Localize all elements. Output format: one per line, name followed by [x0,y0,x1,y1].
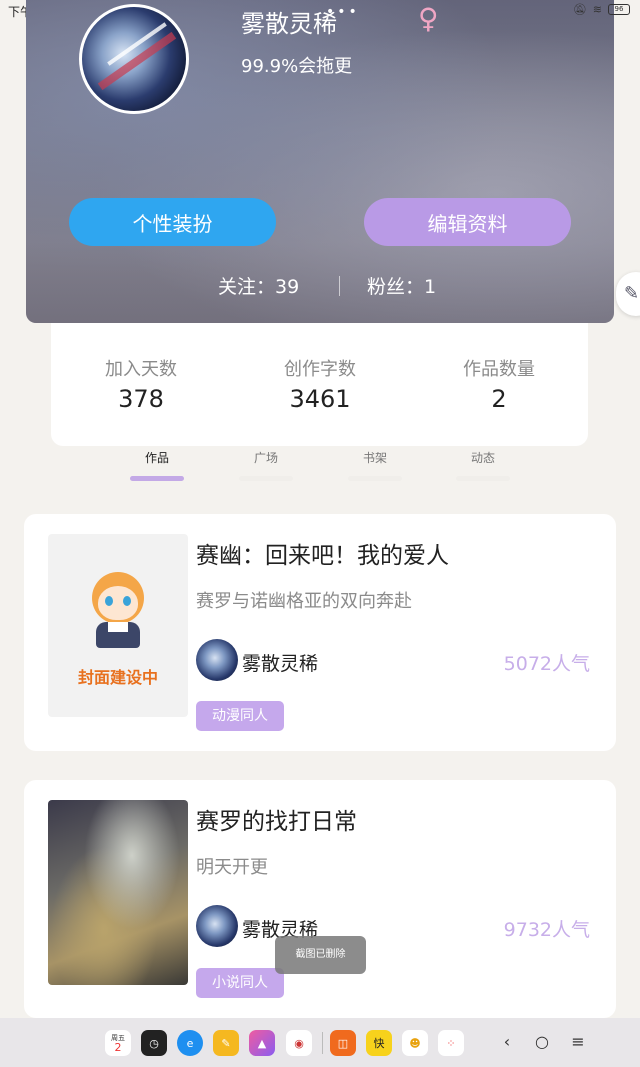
stat-word-count: 创作字数 3461 [284,359,356,413]
user-name: 雾散灵稀 [241,10,337,38]
category-tag[interactable]: 小说同人 [196,968,284,998]
popularity-count: 5072人气 [503,653,590,675]
tab-activity[interactable]: 动态 [448,449,518,466]
profile-header: ••• 雾散灵稀 ♀ 99.9%会拖更 个性装扮 编辑资料 关注：39 粉丝：1 [26,0,614,323]
followers-count[interactable]: 粉丝：1 [367,272,436,299]
dressup-button[interactable]: 个性装扮 [69,198,276,246]
work-card[interactable]: 赛罗的找打日常 明天开更 雾散灵稀 9732人气 小说同人 [24,780,616,1018]
stat-work-count: 作品数量 2 [463,359,535,413]
status-icons: 🔕︎ ≋ 96 [573,3,630,16]
menu-icon[interactable]: ≡ [568,1032,588,1051]
chat-app-icon[interactable]: ☻ [402,1030,428,1056]
kuaikan-icon[interactable]: 快 [366,1030,392,1056]
cover-image [48,800,188,985]
dock-bar: 周五 2 ◷ e ✎ ▲ ◉ ◫ 快 ☻ ⁘ ‹ ○ ≡ [0,1018,640,1067]
pencil-icon[interactable]: ✎ [616,272,640,316]
user-signature: 99.9%会拖更 [241,56,353,77]
work-card[interactable]: 封面建设中 赛幽：回来吧！我的爱人 赛罗与诺幽格亚的双向奔赴 雾散灵稀 5072… [24,514,616,751]
tab-square[interactable]: 广场 [231,449,301,466]
work-description: 赛罗与诺幽格亚的双向奔赴 [196,591,412,612]
cover-text: 封面建设中 [77,668,158,687]
tab-bookshelf[interactable]: 书架 [340,449,410,466]
follow-stats: 关注：39 粉丝：1 [26,272,614,302]
mute-icon: 🔕︎ [572,3,587,16]
stats-card: 加入天数 378 创作字数 3461 作品数量 2 [51,323,588,446]
tab-indicator [456,476,510,481]
gallery-icon[interactable]: ▲ [249,1030,275,1056]
tab-indicator-active [130,476,184,481]
author-avatar[interactable] [196,639,238,681]
avatar[interactable] [79,4,189,114]
browser-icon[interactable]: e [177,1030,203,1056]
following-count[interactable]: 关注：39 [218,272,299,299]
calendar-icon[interactable]: 周五 2 [105,1030,131,1056]
work-description: 明天开更 [196,857,268,878]
work-title[interactable]: 赛幽：回来吧！我的爱人 [196,536,449,570]
category-tag[interactable]: 动漫同人 [196,701,284,731]
back-icon[interactable]: ‹ [497,1032,517,1051]
divider [339,276,340,296]
notes-icon[interactable]: ✎ [213,1030,239,1056]
tab-indicator [348,476,402,481]
author-avatar[interactable] [196,905,238,947]
edit-profile-button[interactable]: 编辑资料 [364,198,571,246]
toast-message: 截图已删除 [275,936,366,974]
app-icon[interactable]: ◫ [330,1030,356,1056]
tab-works[interactable]: 作品 [122,449,192,466]
author-name[interactable]: 雾散灵稀 [242,649,318,676]
app-store-icon[interactable]: ⁘ [438,1030,464,1056]
clock-icon[interactable]: ◷ [141,1030,167,1056]
dock-divider [322,1032,323,1054]
wifi-icon: ≋ [592,3,602,16]
camera-icon[interactable]: ◉ [286,1030,312,1056]
battery-icon: 96 [608,4,630,15]
female-icon: ♀ [418,2,439,35]
cover-placeholder: 封面建设中 [48,534,188,717]
popularity-count: 9732人气 [503,919,590,941]
tab-indicator [239,476,293,481]
work-title[interactable]: 赛罗的找打日常 [196,802,357,836]
home-icon[interactable]: ○ [532,1032,552,1051]
stat-join-days: 加入天数 378 [105,359,177,413]
